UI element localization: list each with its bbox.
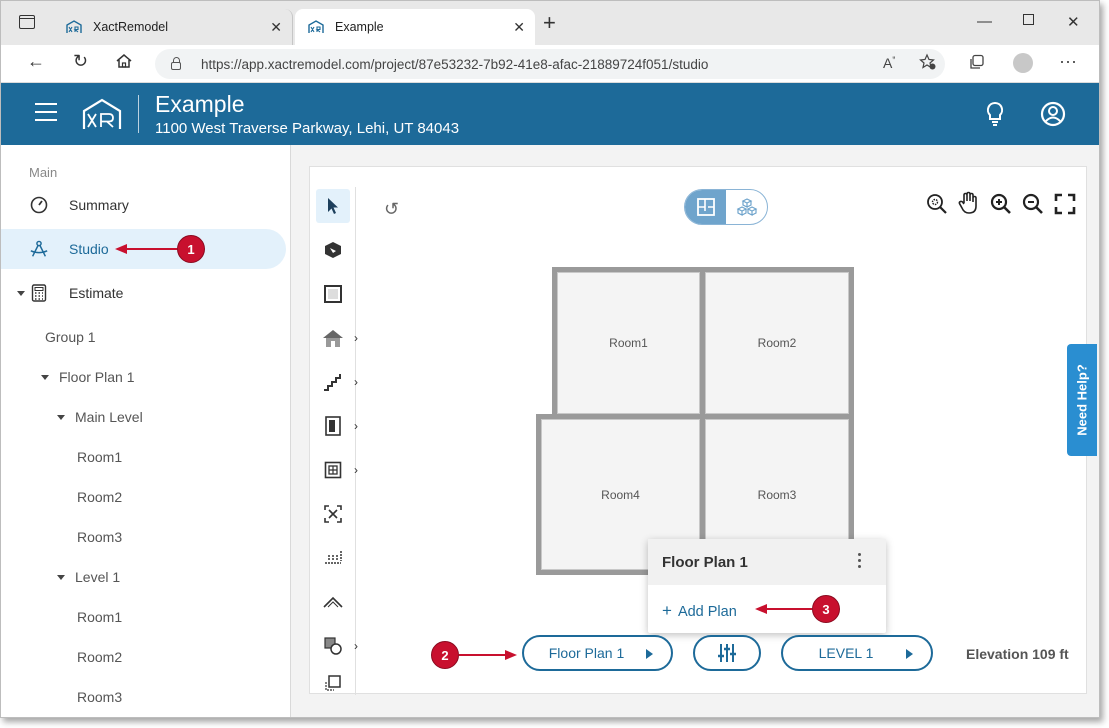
- callout-2: 2: [431, 641, 459, 669]
- callout-3: 3: [812, 595, 840, 623]
- browser-window: XactRemodel ✕ Example ✕ + — ✕ ← ↻ https:…: [0, 0, 1100, 718]
- annotation-arrows: [115, 244, 812, 660]
- callout-1: 1: [177, 235, 205, 263]
